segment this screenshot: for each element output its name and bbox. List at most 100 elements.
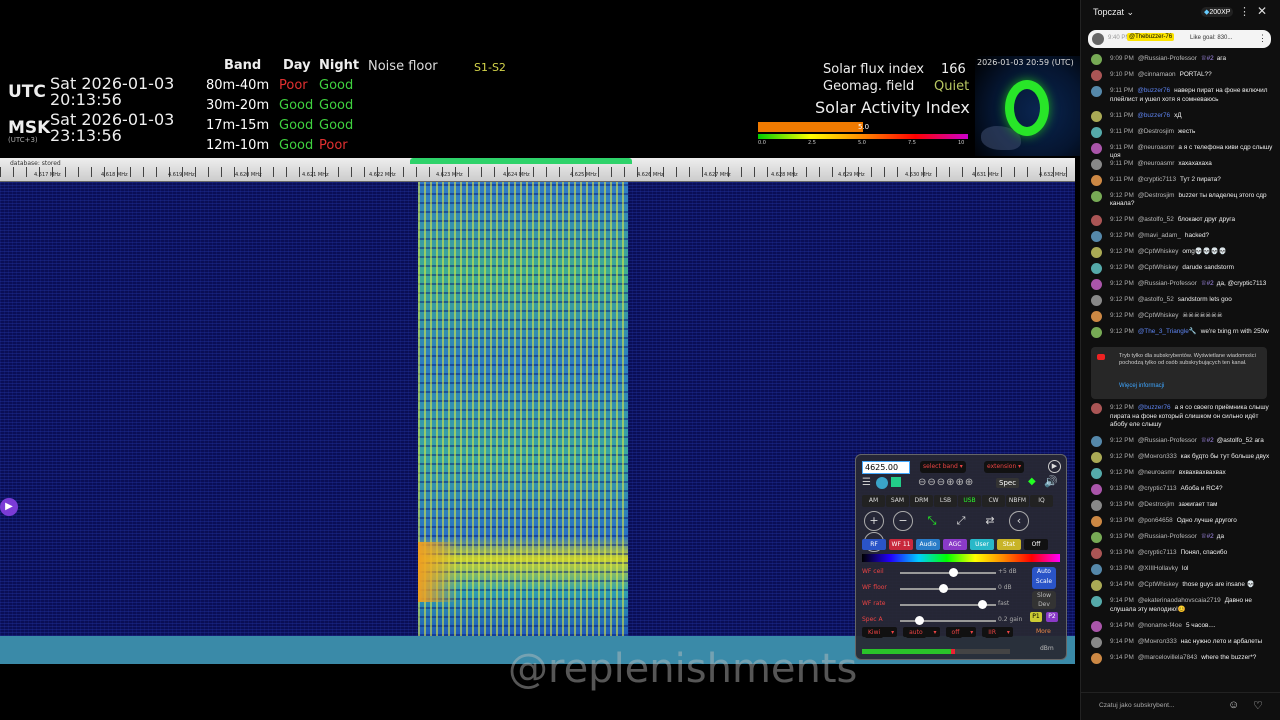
tab-rf[interactable]: RF	[862, 539, 886, 550]
more-options-icon[interactable]: ⋮	[1239, 5, 1250, 18]
message-author[interactable]: @ekaterinaodahovscaia2719	[1138, 597, 1221, 604]
p1-button[interactable]: P1	[1030, 612, 1042, 622]
auto-scale-button[interactable]: Auto Scale	[1032, 567, 1056, 589]
option-dropdown[interactable]: Kiwi ▾	[862, 627, 898, 638]
avatar[interactable]	[1091, 327, 1102, 338]
avatar[interactable]	[1091, 174, 1102, 186]
mode-circle-icon[interactable]	[876, 477, 888, 489]
tab-stat[interactable]: Stat	[997, 539, 1021, 550]
avatar[interactable]	[1091, 311, 1102, 322]
extension-dropdown[interactable]: extension ▾	[984, 461, 1025, 473]
message-author[interactable]: @neuroasmr	[1137, 144, 1174, 151]
avatar[interactable]	[1091, 158, 1102, 170]
xp-badge[interactable]: ◆200XP	[1201, 7, 1234, 17]
message-author[interactable]: @CptWhiskey	[1138, 264, 1179, 271]
avatar[interactable]	[1091, 403, 1102, 414]
heart-icon[interactable]: ♡	[1253, 699, 1263, 712]
tab-user[interactable]: User	[970, 539, 994, 550]
lock-icon[interactable]: ◆	[1028, 476, 1036, 487]
mode-button-drm[interactable]: DRM	[910, 495, 933, 507]
avatar[interactable]	[1091, 652, 1102, 664]
avatar[interactable]	[1091, 110, 1102, 122]
message-author[interactable]: @buzzer76	[1138, 404, 1171, 411]
message-author[interactable]: @CptWhiskey	[1138, 248, 1179, 255]
avatar[interactable]	[1091, 548, 1102, 559]
emoji-icon[interactable]: ☺	[1228, 699, 1239, 711]
avatar[interactable]	[1091, 295, 1102, 306]
mode-button-cw[interactable]: CW	[982, 495, 1005, 507]
message-author[interactable]: @marcelovillela7843	[1138, 654, 1197, 661]
message-author[interactable]: @cryptic7113	[1138, 485, 1177, 492]
spec-button[interactable]: Spec	[996, 478, 1020, 488]
zoom-in-icon[interactable]: +	[864, 511, 884, 531]
avatar[interactable]	[1091, 620, 1102, 632]
swap-icon[interactable]: ⇄	[980, 512, 1000, 532]
message-author[interactable]: @astolfo_52	[1138, 296, 1174, 303]
message-author[interactable]: @mavi_adam_	[1138, 232, 1181, 239]
message-author[interactable]: @astolfo_52	[1138, 216, 1174, 223]
more-button[interactable]: More	[1036, 628, 1051, 635]
message-author[interactable]: @neuroasmr	[1137, 160, 1174, 167]
slow-dev-button[interactable]: Slow Dev	[1032, 591, 1056, 609]
expand-panel-icon[interactable]: ▶	[0, 498, 18, 516]
avatar[interactable]	[1091, 54, 1102, 65]
avatar[interactable]	[1091, 126, 1102, 138]
option-dropdown[interactable]: IIR ▾	[982, 627, 1013, 638]
play-icon[interactable]: ▶	[1048, 460, 1061, 473]
step-buttons[interactable]: ⊖⊖⊖⊕⊕⊕	[918, 477, 974, 488]
tab-wf-11[interactable]: WF 11	[889, 539, 913, 550]
zoom-fit-icon[interactable]: ⤡	[922, 512, 942, 532]
grid-icon[interactable]	[891, 477, 901, 487]
message-author[interactable]: @cryptic7113	[1137, 176, 1176, 183]
message-author[interactable]: @Russian-Professor	[1138, 533, 1197, 540]
speaker-icon[interactable]: 🔊	[1044, 475, 1058, 488]
message-author[interactable]: @buzzer76	[1137, 87, 1170, 94]
message-author[interactable]: @CptWhiskey	[1138, 312, 1179, 319]
p2-button[interactable]: P2	[1046, 612, 1058, 622]
avatar[interactable]	[1091, 564, 1102, 575]
message-author[interactable]: @pon64658	[1138, 517, 1173, 524]
message-author[interactable]: @neuroasmr	[1138, 469, 1175, 476]
mode-button-nbfm[interactable]: NBFM	[1006, 495, 1029, 507]
avatar[interactable]	[1091, 500, 1102, 511]
avatar[interactable]	[1091, 231, 1102, 242]
mode-button-usb[interactable]: USB	[958, 495, 981, 507]
mode-button-sam[interactable]: SAM	[886, 495, 909, 507]
avatar[interactable]	[1091, 279, 1102, 290]
chat-input[interactable]: Czatuj jako subskrybent...	[1099, 702, 1175, 709]
tab-off[interactable]: Off	[1024, 539, 1048, 550]
mode-button-am[interactable]: AM	[862, 495, 885, 507]
tab-audio[interactable]: Audio	[916, 539, 940, 550]
pinned-message[interactable]: 9:40 PM @Thebuzzer-76 Like goal: 830... …	[1088, 30, 1271, 48]
message-author[interactable]: @Destrosjim	[1137, 128, 1174, 135]
avatar[interactable]	[1091, 86, 1102, 97]
avatar[interactable]	[1091, 436, 1102, 447]
chat-mode-dropdown[interactable]: Topczat ⌄	[1093, 7, 1134, 18]
option-dropdown[interactable]: off ▾	[945, 627, 977, 638]
avatar[interactable]	[1091, 580, 1102, 591]
avatar[interactable]	[1091, 468, 1102, 479]
frequency-input[interactable]: 4625.00	[862, 461, 910, 474]
message-author[interactable]: @Russian-Professor	[1138, 55, 1197, 62]
select-band-dropdown[interactable]: select band ▾	[920, 461, 966, 473]
avatar[interactable]	[1091, 190, 1102, 202]
mode-button-iq[interactable]: IQ	[1030, 495, 1053, 507]
avatar[interactable]	[1091, 452, 1102, 463]
slider-knob[interactable]	[977, 600, 987, 609]
avatar[interactable]	[1091, 70, 1102, 81]
message-author[interactable]: @cryptic7113	[1138, 549, 1177, 556]
pinned-options-icon[interactable]: ⋮	[1258, 33, 1267, 44]
message-author[interactable]: @buzzer76	[1137, 112, 1170, 119]
mode-button-lsb[interactable]: LSB	[934, 495, 957, 507]
notice-more-link[interactable]: Więcej informacji	[1119, 383, 1164, 390]
slider-knob[interactable]	[915, 616, 925, 625]
option-dropdown[interactable]: auto ▾	[903, 627, 940, 638]
avatar[interactable]	[1091, 484, 1102, 495]
message-author[interactable]: @CptWhiskey	[1138, 581, 1179, 588]
zoom-out-icon[interactable]: −	[893, 511, 913, 531]
message-author[interactable]: @noname-f4oe	[1138, 622, 1182, 629]
passband-indicator[interactable]	[410, 158, 632, 164]
avatar[interactable]	[1091, 532, 1102, 543]
avatar[interactable]	[1091, 596, 1102, 607]
chat-messages[interactable]: 9:09 PM @Russian-Professor ♕#2 ага 9:10 PM @c…	[1081, 52, 1280, 692]
